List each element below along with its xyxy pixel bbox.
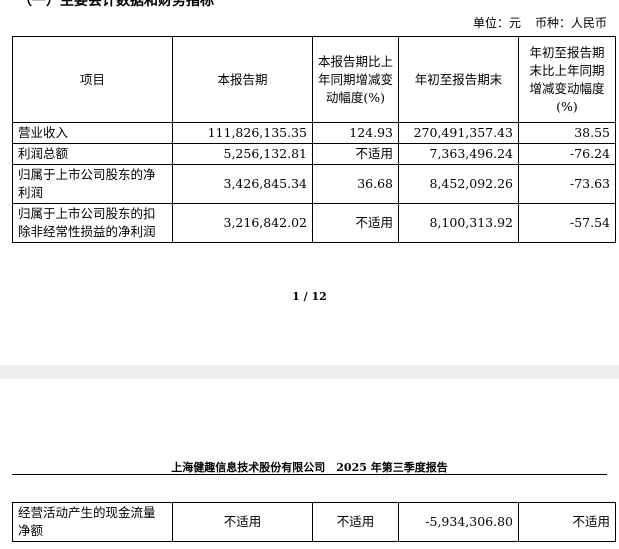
row-ytd-change: -76.24 <box>518 143 616 165</box>
section-heading: （一）主要会计数据和财务指标 <box>18 0 214 9</box>
currency-type: 币种：人民币 <box>534 16 607 30</box>
table-row: 利润总额 5,256,132.81 不适用 7,363,496.24 -76.2… <box>12 143 616 165</box>
table-row: 营业收入 111,826,135.35 124.93 270,491,357.4… <box>12 122 616 144</box>
row-ytd: 8,452,092.26 <box>398 164 519 204</box>
page-number: 1 / 12 <box>292 290 327 303</box>
row-current-change: 124.93 <box>312 122 399 144</box>
row-ytd-change: -57.54 <box>518 203 616 243</box>
row-ytd: 8,100,313.92 <box>398 203 519 243</box>
table-row: 归属于上市公司股东的净利润 3,426,845.34 36.68 8,452,0… <box>12 164 616 204</box>
document-page-1: （一）主要会计数据和财务指标 单位：元 币种：人民币 项目 本报告期 本报告期比上… <box>0 0 619 365</box>
header-ytd-change: 年初至报告期末比上年同期增减变动幅度(%) <box>518 36 616 123</box>
header-ytd: 年初至报告期末 <box>398 36 519 123</box>
document-page-2: 上海健趣信息技术股份有限公司 2025 年第三季度报告 经营活动产生的现金流量净… <box>0 379 619 549</box>
row-current-change: 不适用 <box>312 143 399 165</box>
currency-unit: 单位：元 <box>472 16 521 30</box>
row-item: 归属于上市公司股东的净利润 <box>12 164 173 204</box>
row-current-change: 36.68 <box>312 164 399 204</box>
table-header-row: 项目 本报告期 本报告期比上年同期增减变动幅度(%) 年初至报告期末 年初至报告… <box>12 36 616 123</box>
financial-data-table: 项目 本报告期 本报告期比上年同期增减变动幅度(%) 年初至报告期末 年初至报告… <box>12 36 616 243</box>
row-current-change: 不适用 <box>312 502 399 542</box>
row-item: 归属于上市公司股东的扣除非经常性损益的净利润 <box>12 203 173 243</box>
unit-line: 单位：元 币种：人民币 <box>459 14 607 31</box>
row-item: 营业收入 <box>12 122 173 144</box>
table-row: 经营活动产生的现金流量净额 不适用 不适用 -5,934,306.80 不适用 <box>12 502 616 542</box>
financial-data-table-continued: 经营活动产生的现金流量净额 不适用 不适用 -5,934,306.80 不适用 <box>12 502 616 542</box>
row-current: 3,216,842.02 <box>172 203 313 243</box>
row-current: 不适用 <box>172 502 313 542</box>
table-row: 归属于上市公司股东的扣除非经常性损益的净利润 3,216,842.02 不适用 … <box>12 203 616 243</box>
header-rule <box>12 474 607 475</box>
row-ytd-change: 38.55 <box>518 122 616 144</box>
header-item: 项目 <box>12 36 173 123</box>
row-item: 经营活动产生的现金流量净额 <box>12 502 173 542</box>
row-current: 3,426,845.34 <box>172 164 313 204</box>
row-ytd: 7,363,496.24 <box>398 143 519 165</box>
row-ytd: -5,934,306.80 <box>398 502 519 542</box>
row-item: 利润总额 <box>12 143 173 165</box>
row-ytd-change: -73.63 <box>518 164 616 204</box>
header-current: 本报告期 <box>172 36 313 123</box>
row-ytd-change: 不适用 <box>518 502 616 542</box>
page-separator <box>0 365 619 379</box>
header-current-change: 本报告期比上年同期增减变动幅度(%) <box>312 36 399 123</box>
row-current: 5,256,132.81 <box>172 143 313 165</box>
report-header: 上海健趣信息技术股份有限公司 2025 年第三季度报告 <box>171 461 448 474</box>
row-ytd: 270,491,357.43 <box>398 122 519 144</box>
row-current: 111,826,135.35 <box>172 122 313 144</box>
row-current-change: 不适用 <box>312 203 399 243</box>
